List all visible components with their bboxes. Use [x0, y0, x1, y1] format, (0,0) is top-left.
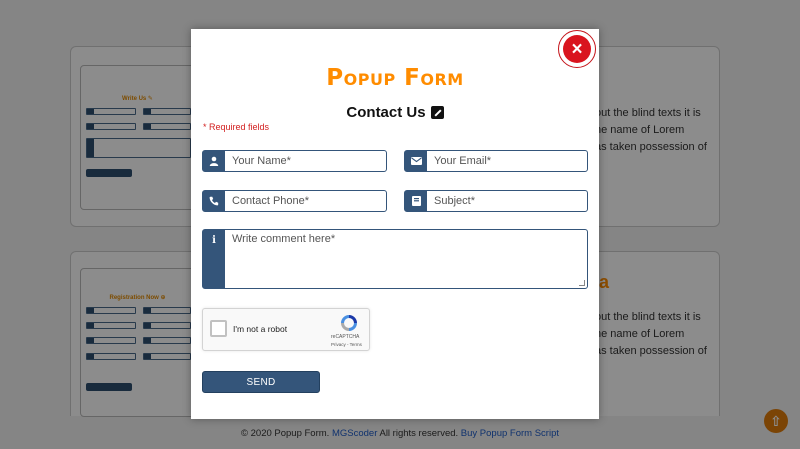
comment-textarea[interactable] [232, 233, 582, 285]
name-field[interactable] [202, 150, 387, 172]
popup-form-modal: × Popup Form Contact Us * Required field… [191, 29, 599, 419]
info-icon: i [203, 230, 225, 288]
email-field[interactable] [404, 150, 588, 172]
recaptcha-logo-icon [341, 315, 357, 331]
recaptcha-label: I'm not a robot [233, 324, 288, 334]
subject-input[interactable] [434, 191, 582, 211]
form-title: Contact Us [191, 104, 599, 121]
send-button[interactable]: SEND [202, 371, 320, 393]
name-input[interactable] [232, 151, 381, 171]
comment-field[interactable]: i [202, 229, 588, 289]
recaptcha-terms-link[interactable]: Privacy - Terms [331, 342, 362, 347]
close-icon: × [563, 35, 591, 63]
resize-grip[interactable] [579, 280, 585, 286]
recaptcha-checkbox[interactable] [210, 320, 227, 337]
phone-input[interactable] [232, 191, 381, 211]
subject-field[interactable] [404, 190, 588, 212]
edit-icon [430, 106, 444, 119]
recaptcha-widget: I'm not a robot reCAPTCHA Privacy - Term… [202, 308, 370, 351]
close-button[interactable]: × [558, 30, 596, 68]
email-input[interactable] [434, 151, 582, 171]
book-icon [405, 191, 427, 211]
brand-logo: Popup Form [326, 65, 464, 91]
recaptcha-brand: reCAPTCHA [331, 334, 360, 340]
phone-field[interactable] [202, 190, 387, 212]
user-icon [203, 151, 225, 171]
form-title-text: Contact Us [346, 104, 426, 121]
phone-icon [203, 191, 225, 211]
required-fields-note: * Required fields [203, 122, 270, 132]
envelope-icon [405, 151, 427, 171]
